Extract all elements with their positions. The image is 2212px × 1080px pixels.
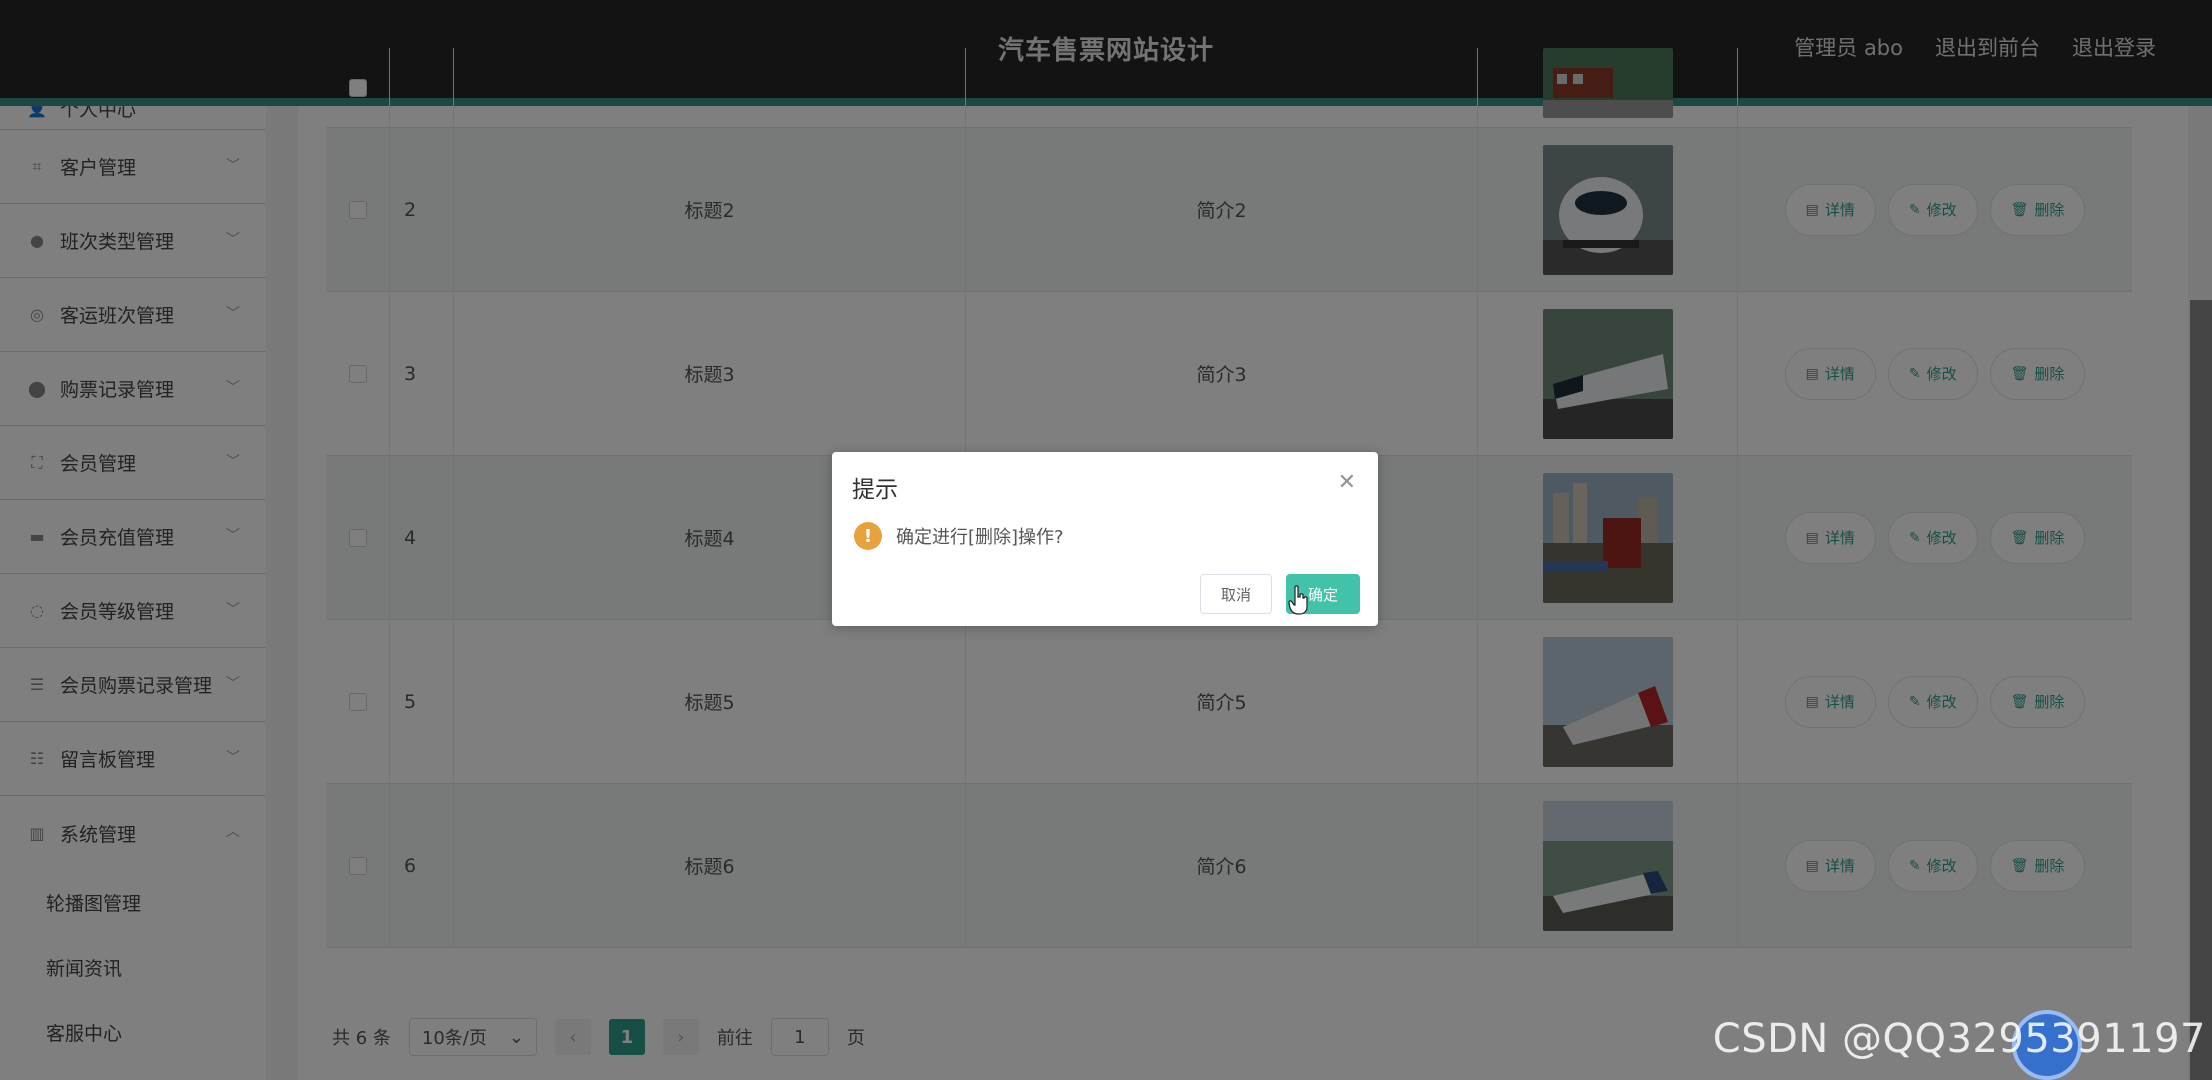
dialog-title: 提示 — [852, 477, 898, 503]
dialog-message: 确定进行[删除]操作? — [896, 527, 1064, 548]
close-icon[interactable]: ✕ — [1338, 470, 1356, 495]
watermark-text: CSDN @QQ3295391197 — [1712, 1016, 2206, 1062]
cancel-button[interactable]: 取消 — [1200, 574, 1272, 614]
hand-cursor-icon — [1288, 585, 1308, 615]
warning-icon: ! — [854, 522, 882, 550]
dialog-body: ! 确定进行[删除]操作? — [854, 522, 1064, 550]
